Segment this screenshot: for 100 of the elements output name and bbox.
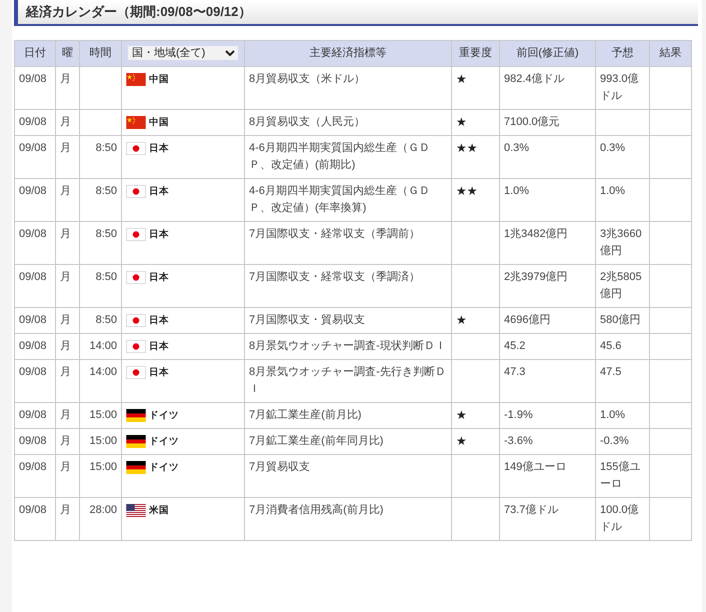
table-cell: 09/08 [14,428,56,454]
table-cell: 7月貿易収支 [244,454,452,498]
flag-icon [126,228,146,241]
flag-icon [126,185,146,198]
table-cell: 45.2 [500,334,596,360]
table-cell: 580億円 [596,308,650,334]
importance-stars: ★ [452,402,500,428]
flag-icon [126,340,146,353]
table-cell: 09/08 [14,334,56,360]
table-cell: 8:50 [80,308,122,334]
importance-stars: ★ [452,66,500,110]
table-cell: 4-6月期四半期実質国内総生産（ＧＤＰ、改定値）(前期比) [244,136,452,178]
table-cell: -3.6% [500,428,596,454]
table-cell: 8月景気ウオッチャー調査-先行き判断ＤＩ [244,360,452,402]
section-title: 経済カレンダー（期間:09/08〜09/12） [14,0,698,26]
table-cell: 15:00 [80,454,122,498]
table-cell: 09/08 [14,308,56,334]
table-cell: 45.6 [596,334,650,360]
table-cell: 1兆3482億円 [500,222,596,264]
table-cell: 14:00 [80,334,122,360]
table-cell: 09/08 [14,136,56,178]
country-name: 日本 [149,366,169,380]
table-cell: 2兆5805億円 [596,264,650,308]
column-header: 時間 [80,40,122,66]
country-name: ドイツ [149,461,179,475]
table-cell: 15:00 [80,428,122,454]
table-cell: -0.3% [596,428,650,454]
table-cell: 7100.0億元 [500,110,596,136]
table-cell: 28:00 [80,498,122,540]
country-name: 日本 [149,271,169,285]
table-cell: 月 [56,178,80,222]
flag-icon [126,504,146,517]
country-name: ドイツ [149,435,179,449]
column-header: 前回(修正値) [500,40,596,66]
table-cell: 8月景気ウオッチャー調査-現状判断ＤＩ [244,334,452,360]
table-cell: -1.9% [500,402,596,428]
table-cell: 15:00 [80,402,122,428]
flag-icon [126,366,146,379]
importance-stars: ★ [452,308,500,334]
table-cell: 8:50 [80,178,122,222]
table-cell: 月 [56,334,80,360]
table-cell: 09/08 [14,360,56,402]
country-name: 日本 [149,340,169,354]
country-name: 日本 [149,142,169,156]
table-cell: 月 [56,498,80,540]
flag-icon [126,73,146,86]
table-cell: 155億ユーロ [596,454,650,498]
table-cell: 7月鉱工業生産(前年同月比) [244,428,452,454]
table-cell: 7月鉱工業生産(前月比) [244,402,452,428]
table-cell: 3兆3660億円 [596,222,650,264]
table-cell: 0.3% [500,136,596,178]
table-cell: 4696億円 [500,308,596,334]
table-cell: 1.0% [596,402,650,428]
table-cell: 149億ユーロ [500,454,596,498]
region-dropdown[interactable]: 国・地域(全て) [128,46,238,60]
importance-stars: ★★ [452,136,500,178]
country-name: 日本 [149,314,169,328]
table-cell: 7月国際収支・経常収支（季調前） [244,222,452,264]
column-header: 結果 [650,40,692,66]
flag-icon [126,409,146,422]
country-name: 日本 [149,228,169,242]
table-cell: 7月国際収支・貿易収支 [244,308,452,334]
importance-stars: ★ [452,110,500,136]
table-cell: 8:50 [80,264,122,308]
country-name: 中国 [149,116,169,130]
flag-icon [126,271,146,284]
table-cell: 09/08 [14,454,56,498]
importance-stars: ★ [452,428,500,454]
table-cell: 09/08 [14,178,56,222]
flag-icon [126,142,146,155]
country-name: ドイツ [149,409,179,423]
column-header: 重要度 [452,40,500,66]
table-cell: 1.0% [500,178,596,222]
table-cell: 8:50 [80,222,122,264]
country-name: 中国 [149,73,169,87]
table-cell: 月 [56,428,80,454]
table-cell: 月 [56,454,80,498]
table-cell: 09/08 [14,402,56,428]
table-cell: 09/08 [14,222,56,264]
table-cell: 月 [56,308,80,334]
table-cell: 月 [56,66,80,110]
column-header: 日付 [14,40,56,66]
table-cell: 月 [56,264,80,308]
column-header: 予想 [596,40,650,66]
table-cell: 09/08 [14,264,56,308]
column-header: 曜 [56,40,80,66]
table-cell: 09/08 [14,498,56,540]
table-cell: 月 [56,222,80,264]
flag-icon [126,314,146,327]
table-cell: 月 [56,402,80,428]
table-cell: 0.3% [596,136,650,178]
country-name: 米国 [149,504,169,518]
importance-stars: ★★ [452,178,500,222]
table-cell: 100.0億ドル [596,498,650,540]
flag-icon [126,116,146,129]
table-cell: 09/08 [14,110,56,136]
table-cell: 47.5 [596,360,650,402]
table-cell: 73.7億ドル [500,498,596,540]
column-header: 主要経済指標等 [244,40,452,66]
table-cell: 993.0億ドル [596,66,650,110]
